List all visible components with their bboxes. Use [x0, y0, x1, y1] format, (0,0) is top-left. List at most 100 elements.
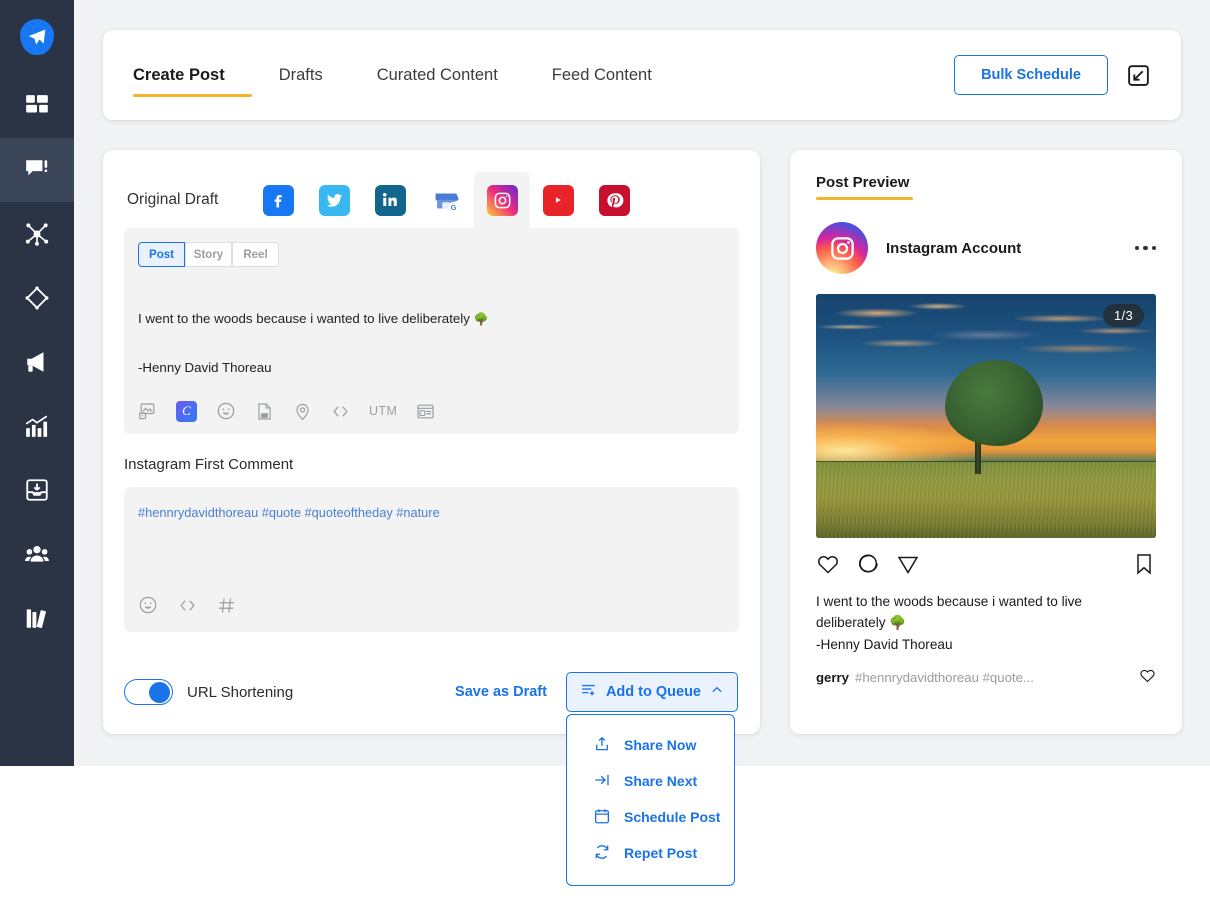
- channel-linkedin[interactable]: [362, 172, 418, 228]
- sidebar-item-team[interactable]: [0, 522, 74, 586]
- canva-icon[interactable]: C: [176, 400, 197, 422]
- preview-title: Post Preview: [816, 174, 909, 191]
- menu-item-share-next[interactable]: Share Next: [567, 763, 734, 799]
- app-shell: Create Post Drafts Curated Content Feed …: [0, 0, 1210, 766]
- channel-selector: Original Draft: [103, 172, 760, 228]
- post-preview-card: Post Preview Instagram Account: [790, 150, 1182, 734]
- queue-list-icon: [580, 682, 597, 703]
- twitter-icon: [319, 185, 350, 216]
- composer-textarea[interactable]: I went to the woods because i wanted to …: [138, 279, 725, 409]
- tab-drafts[interactable]: Drafts: [252, 30, 350, 120]
- sidebar-item-inbox[interactable]: [0, 458, 74, 522]
- grid-icon: [24, 93, 50, 119]
- channel-pinterest[interactable]: [586, 172, 642, 228]
- menu-item-schedule-post[interactable]: Schedule Post: [567, 799, 734, 835]
- channel-twitter[interactable]: [306, 172, 362, 228]
- comment-icon[interactable]: [856, 552, 880, 581]
- app-logo[interactable]: [0, 0, 74, 74]
- carousel-counter-badge: 1/3: [1103, 304, 1144, 327]
- diamond-icon: [24, 285, 50, 311]
- app-root: Create Post Drafts Curated Content Feed …: [0, 0, 1210, 914]
- preview-caption-line-3: -Henny David Thoreau: [816, 634, 1156, 655]
- sidebar-item-engage[interactable]: [0, 202, 74, 266]
- add-to-queue-button[interactable]: Add to Queue: [566, 672, 738, 712]
- code-icon[interactable]: [331, 400, 350, 422]
- preview-title-underline: [816, 197, 913, 200]
- tree-trunk: [975, 440, 981, 474]
- tab-label: Drafts: [279, 66, 323, 85]
- media-icon[interactable]: [138, 400, 157, 422]
- preview-comment-user: gerry: [816, 670, 849, 685]
- gif-icon[interactable]: GIF: [255, 400, 274, 422]
- instagram-icon: [487, 185, 518, 216]
- emoji-icon[interactable]: [216, 400, 236, 422]
- tab-feed-content[interactable]: Feed Content: [525, 30, 679, 120]
- sidebar-item-dashboard[interactable]: [0, 74, 74, 138]
- expand-editor-icon[interactable]: [1126, 63, 1151, 88]
- channel-facebook[interactable]: [250, 172, 306, 228]
- google-business-icon: G: [431, 185, 462, 216]
- main-content: Create Post Drafts Curated Content Feed …: [74, 0, 1210, 766]
- people-icon: [24, 541, 50, 567]
- tab-create-post[interactable]: Create Post: [133, 30, 252, 120]
- menu-item-label: Repet Post: [624, 845, 697, 861]
- preview-caption-line-1: I went to the woods because i wanted to …: [816, 591, 1156, 612]
- paper-plane-logo-icon: [20, 19, 54, 55]
- share-icon[interactable]: [896, 552, 920, 581]
- active-tab-underline: [133, 94, 252, 97]
- preview-first-comment: gerry #hennrydavidthoreau #quote...: [816, 667, 1156, 687]
- preview-account-row: Instagram Account: [816, 222, 1156, 274]
- add-to-queue-label: Add to Queue: [606, 684, 701, 700]
- link-preview-icon[interactable]: [416, 400, 435, 422]
- location-icon[interactable]: [293, 400, 312, 422]
- sidebar-item-advertise[interactable]: [0, 330, 74, 394]
- bulk-schedule-button[interactable]: Bulk Schedule: [954, 55, 1108, 95]
- menu-item-share-now[interactable]: Share Now: [567, 727, 734, 763]
- sidebar-item-library[interactable]: [0, 586, 74, 650]
- linkedin-icon: [375, 185, 406, 216]
- pinterest-icon: [599, 185, 630, 216]
- menu-item-label: Share Next: [624, 773, 697, 789]
- speech-bubble-icon: [24, 157, 50, 183]
- sidebar-item-publish[interactable]: [0, 138, 74, 202]
- hashtag-icon[interactable]: [217, 594, 236, 616]
- sidebar-item-analytics[interactable]: [0, 394, 74, 458]
- tab-curated-content[interactable]: Curated Content: [350, 30, 525, 120]
- channel-google-business[interactable]: G: [418, 172, 474, 228]
- tab-label: Feed Content: [552, 66, 652, 85]
- preview-media[interactable]: 1/3: [816, 294, 1156, 538]
- preview-actions: [816, 552, 1156, 581]
- channel-youtube[interactable]: [530, 172, 586, 228]
- save-as-draft-button[interactable]: Save as Draft: [455, 684, 547, 700]
- post-type-segment: Post Story Reel: [138, 242, 725, 267]
- preview-more-options-icon[interactable]: [1135, 246, 1157, 251]
- tree-emoji-icon: 🌳: [474, 312, 489, 326]
- tab-label: Create Post: [133, 66, 225, 85]
- tree-canopy: [945, 360, 1043, 446]
- megaphone-icon: [24, 349, 50, 375]
- post-editor-card: Original Draft: [103, 150, 760, 734]
- url-shortening-toggle[interactable]: [124, 679, 173, 705]
- first-comment-box[interactable]: #hennrydavidthoreau #quote #quoteoftheda…: [124, 487, 739, 632]
- post-type-post[interactable]: Post: [138, 242, 185, 267]
- toggle-knob: [149, 682, 170, 703]
- like-icon[interactable]: [816, 552, 840, 581]
- menu-item-repeat-post[interactable]: Repet Post: [567, 835, 734, 871]
- draft-label: Original Draft: [127, 191, 218, 209]
- composer-box[interactable]: Post Story Reel I went to the woods beca…: [124, 228, 739, 434]
- bookmark-icon[interactable]: [1132, 552, 1156, 581]
- first-comment-toolbar: [138, 594, 236, 616]
- utm-icon[interactable]: UTM: [369, 400, 397, 422]
- channel-instagram[interactable]: [474, 172, 530, 228]
- tab-list: Create Post Drafts Curated Content Feed …: [103, 30, 679, 120]
- comment-like-icon[interactable]: [1139, 667, 1156, 687]
- post-type-story[interactable]: Story: [185, 242, 232, 267]
- post-type-reel[interactable]: Reel: [232, 242, 279, 267]
- chevron-up-icon: [710, 683, 724, 701]
- sidebar-item-listening[interactable]: [0, 266, 74, 330]
- upload-icon: [593, 735, 611, 756]
- emoji-icon[interactable]: [138, 594, 158, 616]
- menu-item-label: Share Now: [624, 737, 696, 753]
- code-icon[interactable]: [178, 594, 197, 616]
- editor-action-row: URL Shortening Save as Draft Add to Queu…: [103, 672, 760, 712]
